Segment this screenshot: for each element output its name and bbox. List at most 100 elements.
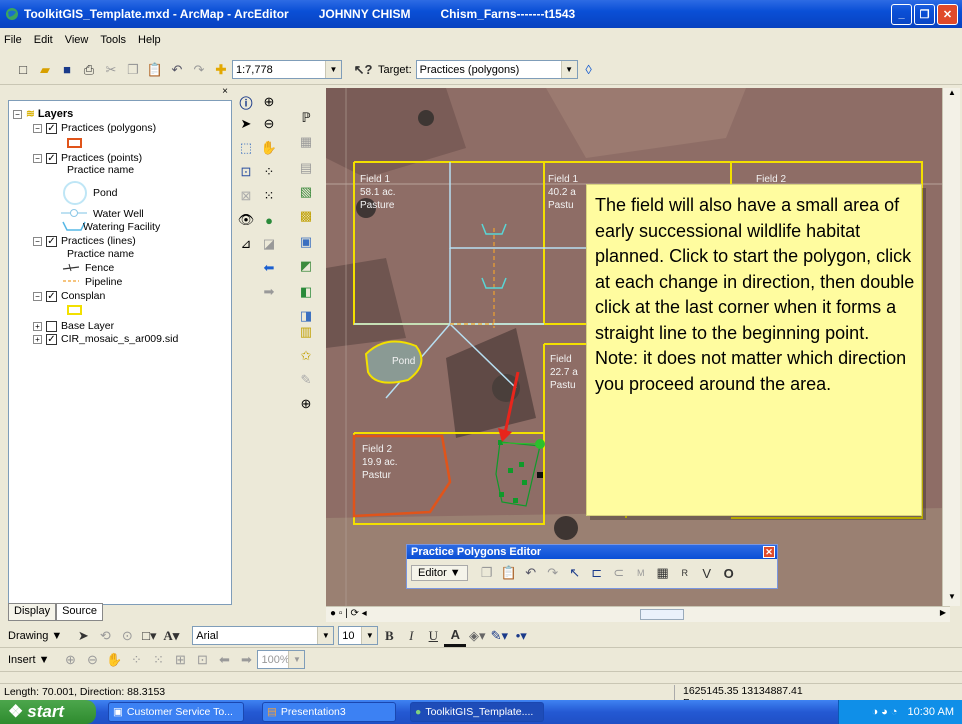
layout-tool-2-icon[interactable]: ▤ xyxy=(296,158,316,178)
zoom-whole-page-icon[interactable]: ⊞ xyxy=(169,649,191,671)
pencil-tool-icon[interactable]: ✎ xyxy=(296,370,316,390)
expand-icon[interactable]: + xyxy=(33,334,42,344)
crosshair-tool-icon[interactable]: ⊕ xyxy=(296,394,316,414)
sketch-tool-icon[interactable]: ⊏ xyxy=(586,562,608,584)
add-data-icon[interactable]: ✚ xyxy=(210,59,232,81)
fixed-zoom-out-icon[interactable]: ⁙ xyxy=(259,186,279,206)
star-tool-icon[interactable]: ✩ xyxy=(296,346,316,366)
zoom-100-icon[interactable]: ⊡ xyxy=(191,649,213,671)
tray-icons[interactable]: ◑ ◕ ◔ xyxy=(871,706,897,718)
zoom-out-icon[interactable]: ⊖ xyxy=(259,114,279,134)
m-tool-icon[interactable]: M xyxy=(630,562,652,584)
layer-checkbox[interactable]: ✓ xyxy=(46,290,57,302)
layer-checkbox[interactable]: ✓ xyxy=(46,152,57,164)
select-elements-arrow-icon[interactable]: ➤ xyxy=(72,625,94,647)
bold-button[interactable]: B xyxy=(378,625,400,647)
find-binoculars-icon[interactable]: 👁 xyxy=(236,210,256,230)
go-back-extent-icon[interactable]: ⬅ xyxy=(213,649,235,671)
undo-icon[interactable]: ↶ xyxy=(520,562,542,584)
collapse-icon[interactable]: − xyxy=(33,123,42,133)
whats-this-icon[interactable]: ↖? xyxy=(352,59,374,81)
target-layer-select[interactable]: Practices (polygons) ▼ xyxy=(415,60,578,79)
fixed-zoom-out-icon[interactable]: ⁙ xyxy=(147,649,169,671)
menu-edit[interactable]: Edit xyxy=(34,34,53,46)
menu-help[interactable]: Help xyxy=(138,34,161,46)
toc-layer-practices-polygons[interactable]: − ✓ Practices (polygons) xyxy=(33,122,156,134)
line-color-icon[interactable]: ✎▾ xyxy=(488,625,510,647)
circle-tool-icon[interactable]: O xyxy=(718,562,740,584)
toc-layer-consplan[interactable]: − ✓ Consplan xyxy=(33,290,105,302)
layout-tool-1-icon[interactable]: ▦ xyxy=(296,132,316,152)
layout-tool-3-icon[interactable]: ▧ xyxy=(296,182,316,202)
vertical-scrollbar[interactable]: ▲ ▼ xyxy=(942,88,960,606)
attributes-icon[interactable]: ▦ xyxy=(652,562,674,584)
save-icon[interactable]: ■ xyxy=(56,59,78,81)
insert-menu-button[interactable]: Insert ▼ xyxy=(8,654,49,666)
layer-checkbox[interactable]: ✓ xyxy=(46,333,57,345)
view-mode-icons[interactable]: ● ▫ | ⟳ ◂ xyxy=(330,608,367,619)
toc-root-layers[interactable]: − ≋ Layers xyxy=(13,108,73,120)
cut-polygon-icon[interactable]: ⊂ xyxy=(608,562,630,584)
select-features-icon[interactable]: ⬚ xyxy=(236,138,256,158)
menu-file[interactable]: File xyxy=(4,34,22,46)
measure-icon[interactable]: ⊿ xyxy=(236,234,256,254)
r-tool-icon[interactable]: R xyxy=(674,562,696,584)
close-icon[interactable]: × xyxy=(222,86,228,97)
toc-layer-base[interactable]: + Base Layer xyxy=(33,320,114,332)
marker-color-icon[interactable]: •▾ xyxy=(510,625,532,647)
layer-checkbox[interactable]: ✓ xyxy=(46,235,57,247)
editor-toolbar-icon[interactable]: ◊ xyxy=(578,59,600,81)
zoom-percent-select[interactable]: 100% ▼ xyxy=(257,650,306,669)
toc-layer-practices-points[interactable]: − ✓ Practices (points) xyxy=(33,152,142,164)
copy-icon[interactable]: ❐ xyxy=(476,562,498,584)
new-text-icon[interactable]: A▾ xyxy=(160,625,182,647)
minimize-button[interactable]: _ xyxy=(891,3,912,25)
redo-icon[interactable]: ↷ xyxy=(542,562,564,584)
taskbar-item-presentation[interactable]: ▤ Presentation3 xyxy=(262,702,396,722)
copy-icon[interactable]: ❐ xyxy=(122,59,144,81)
collapse-icon[interactable]: − xyxy=(13,109,22,119)
rotate-icon[interactable]: ⟲ xyxy=(94,625,116,647)
layout-tool-4-icon[interactable]: ▩ xyxy=(296,206,316,226)
collapse-icon[interactable]: − xyxy=(33,291,42,301)
collapse-icon[interactable]: − xyxy=(33,153,42,163)
toc-layer-mosaic[interactable]: + ✓ CIR_mosaic_s_ar009.sid xyxy=(33,333,178,345)
drawing-menu-button[interactable]: Drawing ▼ xyxy=(8,630,62,642)
font-size-select[interactable]: 10 ▼ xyxy=(338,626,379,645)
rectangle-icon[interactable]: □▾ xyxy=(138,625,160,647)
scroll-down-icon[interactable]: ▼ xyxy=(945,592,959,606)
previous-extent-icon[interactable]: ⬅ xyxy=(259,258,279,278)
underline-button[interactable]: U xyxy=(422,625,444,647)
cut-icon[interactable]: ✂ xyxy=(100,59,122,81)
menu-tools[interactable]: Tools xyxy=(100,34,126,46)
layout-pan-icon[interactable]: ✋ xyxy=(103,649,125,671)
draw-tool-icon[interactable]: ℙ xyxy=(296,108,316,128)
editor-menu-button[interactable]: Editor ▼ xyxy=(411,565,468,581)
tab-source[interactable]: Source xyxy=(56,603,103,621)
go-forward-extent-icon[interactable]: ➡ xyxy=(235,649,257,671)
redo-icon[interactable]: ↷ xyxy=(188,59,210,81)
layout-tool-5-icon[interactable]: ▣ xyxy=(296,232,316,252)
select-elements-icon[interactable]: ⊡ xyxy=(236,162,256,182)
scroll-up-icon[interactable]: ▲ xyxy=(945,88,959,102)
horizontal-scrollbar[interactable]: ● ▫ | ⟳ ◂ ▶ xyxy=(326,606,950,622)
taskbar-item-customer-service[interactable]: ▣ Customer Service To... xyxy=(108,702,244,722)
clear-selection-icon[interactable]: ⊠ xyxy=(236,186,256,206)
identify-results-icon[interactable]: ◪ xyxy=(259,234,279,254)
v-tool-icon[interactable]: V xyxy=(696,562,718,584)
full-extent-globe-icon[interactable]: ● xyxy=(259,210,279,230)
layer-checkbox[interactable]: ✓ xyxy=(46,122,57,134)
scroll-right-icon[interactable]: ▶ xyxy=(940,608,946,617)
map-scale-select[interactable]: 1:7,778 ▼ xyxy=(232,60,342,79)
italic-button[interactable]: I xyxy=(400,625,422,647)
new-document-icon[interactable]: □ xyxy=(12,59,34,81)
print-icon[interactable]: ⎙ xyxy=(78,59,100,81)
fixed-zoom-in-icon[interactable]: ⁘ xyxy=(259,162,279,182)
edit-tool-icon[interactable]: ↖ xyxy=(564,562,586,584)
open-folder-icon[interactable]: ▰ xyxy=(34,59,56,81)
taskbar-item-arcmap[interactable]: ● ToolkitGIS_Template.... xyxy=(410,702,544,722)
tab-display[interactable]: Display xyxy=(8,603,57,621)
zoom-in-icon[interactable]: ⊕ xyxy=(259,92,279,112)
close-icon[interactable]: ✕ xyxy=(763,546,775,558)
layer-checkbox[interactable] xyxy=(46,320,57,332)
